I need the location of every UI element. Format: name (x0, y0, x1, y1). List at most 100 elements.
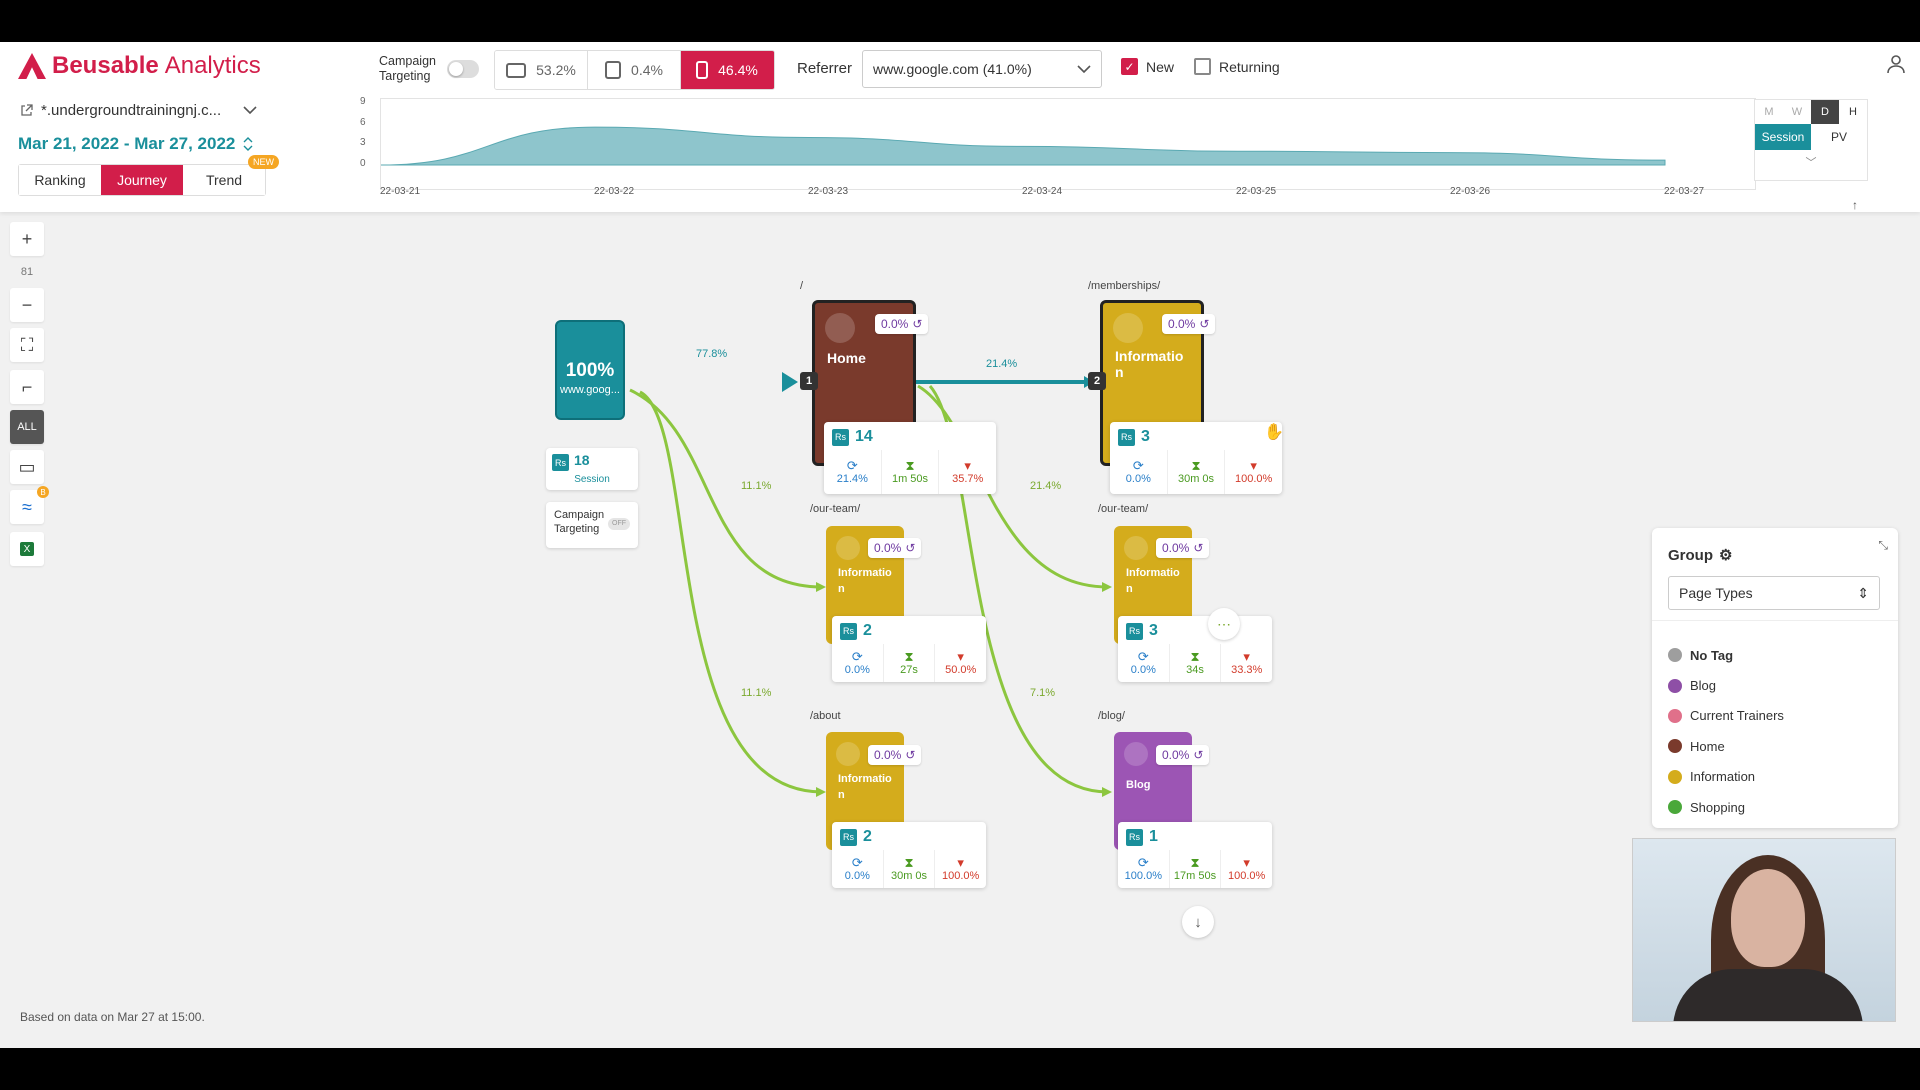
flow-arrow-icon (1102, 787, 1112, 797)
zoom-in-icon[interactable]: + (10, 222, 44, 256)
reentry-metric: ⟳ 100.0% (1118, 850, 1170, 888)
reentry-metric: ⟳ 21.4% (824, 450, 882, 494)
return-rate-chip[interactable]: 0.0% ↺ (1156, 745, 1210, 765)
group-type-select[interactable]: Page Types ⇕ (1668, 576, 1880, 610)
folder-icon[interactable]: ▭ (10, 450, 44, 484)
exit-icon: ▾ (1243, 855, 1250, 870)
source-node[interactable]: 100% www.goog... (555, 320, 625, 420)
return-rate-chip[interactable]: 0.0% ↺ (868, 745, 922, 765)
return-rate-chip[interactable]: 0.0% ↺ (1156, 538, 1210, 558)
session-icon: Rs (552, 454, 569, 471)
group-legend-item[interactable]: Home (1668, 731, 1784, 761)
reentry-value: 21.4% (836, 473, 868, 485)
return-rate-chip[interactable]: 0.0% ↺ (868, 538, 922, 558)
all-filter-button[interactable]: ALL (10, 410, 44, 444)
source-count-label: Session (574, 474, 610, 485)
webcam-overlay (1632, 838, 1896, 1022)
duration-metric: ⧗ 30m 0s (1168, 450, 1226, 494)
group-type-value: Page Types (1679, 585, 1753, 601)
node-path-about: /about (810, 710, 841, 722)
group-legend-label: Shopping (1690, 799, 1745, 815)
node-ourteam2-count: 3 (1149, 622, 1158, 639)
group-legend-item[interactable]: No Tag (1668, 640, 1784, 670)
exit-icon: ▾ (1250, 458, 1257, 473)
duration-value: 30m 0s (1177, 473, 1215, 485)
hourglass-icon: ⧗ (1190, 649, 1200, 664)
reentry-value: 0.0% (844, 870, 870, 882)
duration-value: 1m 50s (891, 473, 929, 485)
node-avatar (1124, 536, 1148, 560)
scroll-down-button[interactable]: ↓ (1182, 906, 1214, 938)
node-ourteam1-count: 2 (863, 622, 872, 639)
exit-metric: ▾ 100.0% (1221, 850, 1272, 888)
duration-value: 34s (1186, 664, 1204, 676)
flow-pct-src-home: 77.8% (696, 348, 728, 360)
flow-src-about[interactable] (639, 390, 823, 794)
group-legend-item[interactable]: Shopping (1668, 792, 1784, 822)
flow-pct-home-blog: 7.1% (1030, 687, 1056, 699)
expand-next-step-button[interactable]: ⋯ (1208, 608, 1240, 640)
return-rate-value: 0.0% (881, 317, 909, 331)
path-tool-icon[interactable]: ≈ B (10, 486, 49, 524)
exit-metric: ▾ 100.0% (935, 850, 986, 888)
step-badge: 1 (800, 372, 818, 390)
return-icon: ↺ (1193, 541, 1204, 555)
color-dot-icon (1668, 678, 1682, 693)
group-legend-list: No Tag Blog Current Trainers Home Informatio… (1668, 640, 1784, 822)
presenter-face (1731, 869, 1805, 967)
collapse-panel-icon[interactable]: ⤡ (1878, 538, 1888, 553)
hourglass-icon: ⧗ (904, 649, 914, 664)
flow-layout-icon[interactable]: ⌐ (10, 370, 44, 404)
zoom-out-icon[interactable]: − (10, 288, 44, 322)
group-legend-item[interactable]: Current Trainers (1668, 701, 1784, 731)
node-blog-title: Blog (1126, 779, 1151, 791)
node-home-count: 14 (855, 428, 873, 445)
group-legend-item[interactable]: Information (1668, 762, 1784, 792)
refresh-icon: ⟳ (1137, 649, 1149, 664)
duration-metric: ⧗ 30m 0s (884, 850, 936, 888)
return-rate-chip[interactable]: 0.0% ↺ (1162, 314, 1216, 334)
beta-badge: B (37, 486, 49, 498)
color-dot-icon (1668, 739, 1682, 754)
session-icon: Rs (1126, 828, 1143, 846)
node-avatar (836, 742, 860, 766)
node-about-stats: Rs 2 ⟳ 0.0% ⧗ 30m 0s ▾ 100.0% (832, 822, 986, 888)
step-badge: 2 (1088, 372, 1106, 390)
flow-pct-src-ourteam: 11.1% (741, 480, 772, 492)
reentry-value: 100.0% (1124, 870, 1162, 882)
exit-value: 35.7% (952, 473, 984, 485)
source-campaign-toggle[interactable]: OFF (608, 518, 630, 530)
group-legend-item[interactable]: Blog (1668, 670, 1784, 700)
fullscreen-icon[interactable]: ⛶ (10, 328, 44, 362)
return-rate-chip[interactable]: 0.0% ↺ (875, 314, 929, 334)
hourglass-icon: ⧗ (904, 855, 914, 870)
session-icon: Rs (840, 622, 857, 640)
reentry-metric: ⟳ 0.0% (1118, 644, 1170, 682)
gear-icon[interactable]: ⚙ (1719, 546, 1732, 564)
duration-metric: ⧗ 34s (1170, 644, 1222, 682)
return-rate-value: 0.0% (874, 541, 902, 555)
return-icon: ↺ (912, 317, 923, 331)
node-path-blog: /blog/ (1098, 710, 1125, 722)
node-avatar (1113, 313, 1143, 343)
node-blog-stats: Rs 1 ⟳ 100.0% ⧗ 17m 50s ▾ 100.0% (1118, 822, 1272, 888)
duration-value: 27s (900, 664, 918, 676)
data-footnote: Based on data on Mar 27 at 15:00. (20, 1010, 205, 1024)
source-session-box: Rs 18 Session (546, 448, 638, 490)
node-avatar (825, 313, 855, 343)
excel-export-icon[interactable]: X (10, 532, 44, 566)
node-home-stats: Rs 14 ⟳ 21.4% ⧗ 1m 50s ▾ 35.7% (824, 422, 996, 494)
node-ourteam2-title1: Informatio (1126, 567, 1180, 579)
flow-arrow-icon (1102, 582, 1112, 592)
exit-metric: ▾ 35.7% (939, 450, 996, 494)
node-about-title1: Informatio (838, 773, 892, 785)
node-ourteam1-stats: Rs 2 ⟳ 0.0% ⧗ 27s ▾ 50.0% (832, 616, 986, 682)
duration-value: 17m 50s (1173, 870, 1217, 882)
node-about-count: 2 (863, 828, 872, 845)
return-icon: ↺ (905, 541, 916, 555)
node-path-ourteam1: /our-team/ (810, 503, 861, 515)
return-icon: ↺ (905, 748, 916, 762)
exit-value: 100.0% (1235, 473, 1273, 485)
node-memberships-stats: Rs 3 ⟳ 0.0% ⧗ 30m 0s ▾ 100.0% (1110, 422, 1282, 494)
reentry-metric: ⟳ 0.0% (1110, 450, 1168, 494)
